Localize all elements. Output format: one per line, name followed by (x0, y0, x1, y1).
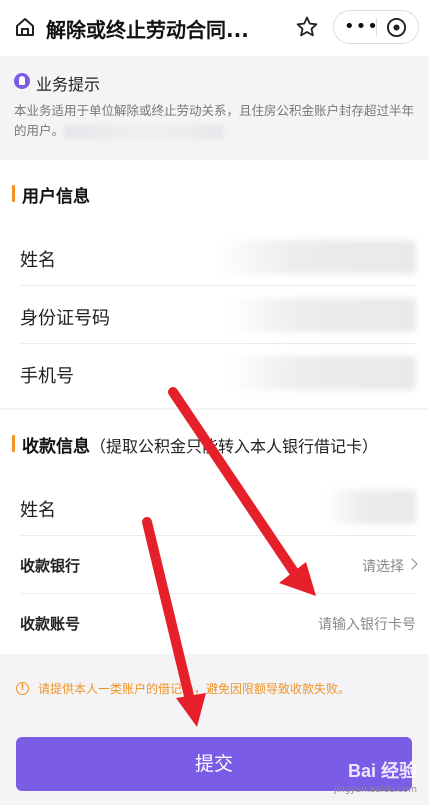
redacted-value (226, 356, 416, 390)
user-phone-row: 手机号 (20, 344, 416, 402)
warning-icon: ! (16, 682, 29, 695)
bank-select-row[interactable]: 收款银行 请选择 (20, 536, 418, 594)
more-icon[interactable]: ••• (344, 18, 378, 36)
warning-notice: ! 请提供本人一类账户的借记卡，避免因限额导致收款失败。 (0, 654, 429, 724)
redacted-value (226, 298, 416, 332)
row-label: 收款银行 (20, 557, 81, 575)
capsule-divider (376, 18, 377, 36)
row-label: 手机号 (20, 366, 74, 387)
section-marker (12, 185, 15, 202)
star-icon[interactable] (295, 15, 319, 39)
home-icon[interactable] (14, 16, 36, 38)
chevron-right-icon (406, 558, 418, 570)
section-marker (12, 435, 15, 452)
close-icon[interactable] (386, 17, 407, 38)
payee-name-row: 姓名 (20, 478, 416, 536)
warning-text: 请提供本人一类账户的借记卡，避免因限额导致收款失败。 (38, 682, 351, 696)
row-label: 身份证号码 (20, 308, 110, 329)
row-label: 收款账号 (20, 615, 81, 633)
redacted-value (216, 240, 416, 274)
row-label: 姓名 (20, 250, 56, 271)
watermark-url: jingyan.baidu.com (333, 785, 417, 795)
top-bar: 解除或终止劳动合同... ••• (0, 0, 429, 56)
page-title: 解除或终止劳动合同... (46, 18, 249, 42)
redacted-blur (64, 124, 225, 139)
user-info-header: 用户信息 (0, 160, 429, 228)
payment-info-header: 收款信息（提取公积金只能转入本人银行借记卡） (0, 410, 429, 478)
business-tip: 业务提示 本业务适用于单位解除或终止劳动关系，且住房公积金账户封存超过半年的用户… (0, 56, 429, 160)
bell-icon (14, 73, 30, 89)
user-info-card: 用户信息 姓名 身份证号码 手机号 (0, 160, 429, 408)
section-title: 用户信息 (22, 187, 90, 207)
redacted-value (326, 490, 416, 524)
account-row: 收款账号 请输入银行卡号 (20, 594, 416, 652)
bank-card-input[interactable]: 请输入银行卡号 (318, 614, 416, 634)
tip-text: 本业务适用于单位解除或终止劳动关系，且住房公积金账户封存超过半年的用户。 (14, 101, 419, 141)
section-title-text: 收款信息 (22, 437, 90, 457)
section-title: 收款信息（提取公积金只能转入本人银行借记卡） (22, 432, 378, 457)
payment-info-card: 收款信息（提取公积金只能转入本人银行借记卡） 姓名 收款银行 请选择 收款账号 … (0, 410, 429, 654)
watermark-logo: Bai 经验 (347, 761, 417, 781)
row-label: 姓名 (20, 500, 56, 521)
user-id-row: 身份证号码 (20, 286, 416, 344)
watermark: Bai 经验 jingyan.baidu.com (334, 757, 417, 795)
bank-select-value[interactable]: 请选择 (362, 556, 404, 576)
user-name-row: 姓名 (20, 228, 416, 286)
section-subtitle: （提取公积金只能转入本人银行借记卡） (90, 437, 379, 456)
tip-title: 业务提示 (36, 75, 101, 94)
